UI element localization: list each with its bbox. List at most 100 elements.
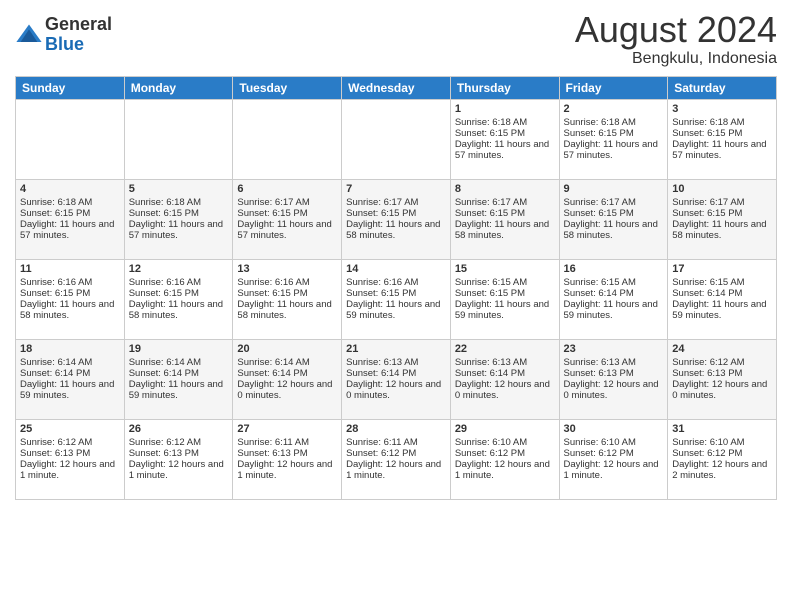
- calendar-week-2: 11Sunrise: 6:16 AMSunset: 6:15 PMDayligh…: [16, 259, 777, 339]
- calendar-cell: 22Sunrise: 6:13 AMSunset: 6:14 PMDayligh…: [450, 339, 559, 419]
- day-info: Sunrise: 6:18 AM: [20, 197, 120, 208]
- calendar-cell: 10Sunrise: 6:17 AMSunset: 6:15 PMDayligh…: [668, 179, 777, 259]
- day-info: Daylight: 12 hours and 1 minute.: [455, 459, 555, 481]
- day-info: Sunset: 6:15 PM: [20, 208, 120, 219]
- calendar-cell: 29 Sunrise: 6:10 AMSunset: 6:12 PMDayligh…: [450, 419, 559, 499]
- day-info: Daylight: 11 hours and 58 minutes.: [346, 219, 446, 241]
- calendar-cell: 11Sunrise: 6:16 AMSunset: 6:15 PMDayligh…: [16, 259, 125, 339]
- day-info: Sunset: 6:15 PM: [129, 208, 229, 219]
- calendar-cell: 2Sunrise: 6:18 AMSunset: 6:15 PMDaylight…: [559, 99, 668, 179]
- calendar-cell: 24Sunrise: 6:12 AMSunset: 6:13 PMDayligh…: [668, 339, 777, 419]
- day-info: Sunrise: 6:10 AM: [455, 437, 555, 448]
- day-info: Sunrise: 6:14 AM: [129, 357, 229, 368]
- day-number: 16: [564, 263, 664, 275]
- calendar-week-1: 4Sunrise: 6:18 AMSunset: 6:15 PMDaylight…: [16, 179, 777, 259]
- day-info: Sunset: 6:15 PM: [455, 208, 555, 219]
- day-info: Sunrise: 6:18 AM: [129, 197, 229, 208]
- day-info: Sunset: 6:14 PM: [455, 368, 555, 379]
- calendar-cell: 15Sunrise: 6:15 AMSunset: 6:15 PMDayligh…: [450, 259, 559, 339]
- day-info: Sunset: 6:12 PM: [455, 448, 555, 459]
- calendar-cell: 3Sunrise: 6:18 AMSunset: 6:15 PMDaylight…: [668, 99, 777, 179]
- day-info: Daylight: 12 hours and 0 minutes.: [564, 379, 664, 401]
- day-number: 19: [129, 343, 229, 355]
- calendar-cell: [342, 99, 451, 179]
- day-info: Sunset: 6:14 PM: [672, 288, 772, 299]
- calendar-cell: 4Sunrise: 6:18 AMSunset: 6:15 PMDaylight…: [16, 179, 125, 259]
- day-number: 14: [346, 263, 446, 275]
- day-number: 29: [455, 423, 555, 435]
- day-info: Sunrise: 6:15 AM: [564, 277, 664, 288]
- day-number: 7: [346, 183, 446, 195]
- day-info: Daylight: 11 hours and 58 minutes.: [564, 219, 664, 241]
- calendar-cell: 21Sunrise: 6:13 AMSunset: 6:14 PMDayligh…: [342, 339, 451, 419]
- day-info: Daylight: 11 hours and 57 minutes.: [237, 219, 337, 241]
- day-info: Daylight: 12 hours and 1 minute.: [346, 459, 446, 481]
- day-info: Daylight: 12 hours and 1 minute.: [20, 459, 120, 481]
- logo-blue: Blue: [45, 34, 84, 54]
- calendar-cell: [16, 99, 125, 179]
- day-info: Sunset: 6:13 PM: [672, 368, 772, 379]
- day-info: Sunrise: 6:17 AM: [237, 197, 337, 208]
- day-number: 6: [237, 183, 337, 195]
- calendar-cell: 8Sunrise: 6:17 AMSunset: 6:15 PMDaylight…: [450, 179, 559, 259]
- day-number: 18: [20, 343, 120, 355]
- calendar-header-row: Sunday Monday Tuesday Wednesday Thursday…: [16, 76, 777, 99]
- day-info: Sunset: 6:15 PM: [455, 128, 555, 139]
- day-info: Sunset: 6:14 PM: [346, 368, 446, 379]
- day-info: Sunset: 6:15 PM: [346, 288, 446, 299]
- day-info: Sunset: 6:14 PM: [237, 368, 337, 379]
- day-number: 23: [564, 343, 664, 355]
- day-info: Daylight: 12 hours and 0 minutes.: [237, 379, 337, 401]
- day-info: Sunset: 6:12 PM: [672, 448, 772, 459]
- day-number: 12: [129, 263, 229, 275]
- calendar-cell: 30Sunrise: 6:10 AMSunset: 6:12 PMDayligh…: [559, 419, 668, 499]
- col-thursday: Thursday: [450, 76, 559, 99]
- day-info: Sunset: 6:14 PM: [129, 368, 229, 379]
- day-number: 15: [455, 263, 555, 275]
- calendar-cell: 9Sunrise: 6:17 AMSunset: 6:15 PMDaylight…: [559, 179, 668, 259]
- calendar-cell: 12Sunrise: 6:16 AMSunset: 6:15 PMDayligh…: [124, 259, 233, 339]
- location: Bengkulu, Indonesia: [575, 50, 777, 68]
- day-info: Daylight: 12 hours and 1 minute.: [129, 459, 229, 481]
- day-info: Sunset: 6:13 PM: [237, 448, 337, 459]
- day-info: Daylight: 12 hours and 2 minutes.: [672, 459, 772, 481]
- day-info: Daylight: 11 hours and 59 minutes.: [455, 299, 555, 321]
- calendar-week-4: 25Sunrise: 6:12 AMSunset: 6:13 PMDayligh…: [16, 419, 777, 499]
- calendar-cell: 18Sunrise: 6:14 AMSunset: 6:14 PMDayligh…: [16, 339, 125, 419]
- day-info: Daylight: 11 hours and 58 minutes.: [20, 299, 120, 321]
- day-info: Sunrise: 6:16 AM: [129, 277, 229, 288]
- day-info: Daylight: 11 hours and 57 minutes.: [455, 139, 555, 161]
- day-info: Sunset: 6:13 PM: [564, 368, 664, 379]
- day-number: 4: [20, 183, 120, 195]
- day-info: Sunrise: 6:12 AM: [672, 357, 772, 368]
- page: General Blue August 2024 Bengkulu, Indon…: [0, 0, 792, 612]
- col-saturday: Saturday: [668, 76, 777, 99]
- day-info: Sunrise: 6:12 AM: [20, 437, 120, 448]
- day-info: Sunrise: 6:17 AM: [564, 197, 664, 208]
- calendar-cell: 26Sunrise: 6:12 AMSunset: 6:13 PMDayligh…: [124, 419, 233, 499]
- day-info: Daylight: 11 hours and 59 minutes.: [129, 379, 229, 401]
- day-info: Sunrise: 6:18 AM: [672, 117, 772, 128]
- day-number: 10: [672, 183, 772, 195]
- day-info: Sunrise: 6:11 AM: [346, 437, 446, 448]
- day-info: Sunset: 6:15 PM: [672, 208, 772, 219]
- calendar-cell: 1Sunrise: 6:18 AMSunset: 6:15 PMDaylight…: [450, 99, 559, 179]
- day-number: 26: [129, 423, 229, 435]
- day-number: 28: [346, 423, 446, 435]
- col-monday: Monday: [124, 76, 233, 99]
- day-info: Sunset: 6:15 PM: [20, 288, 120, 299]
- title-block: August 2024 Bengkulu, Indonesia: [575, 10, 777, 68]
- calendar-cell: 31Sunrise: 6:10 AMSunset: 6:12 PMDayligh…: [668, 419, 777, 499]
- day-info: Sunset: 6:15 PM: [237, 288, 337, 299]
- day-info: Sunrise: 6:17 AM: [672, 197, 772, 208]
- calendar-cell: 7Sunrise: 6:17 AMSunset: 6:15 PMDaylight…: [342, 179, 451, 259]
- day-info: Sunrise: 6:13 AM: [346, 357, 446, 368]
- day-info: Daylight: 12 hours and 0 minutes.: [455, 379, 555, 401]
- day-info: Sunset: 6:13 PM: [20, 448, 120, 459]
- calendar-cell: [233, 99, 342, 179]
- day-number: 13: [237, 263, 337, 275]
- calendar-cell: 5Sunrise: 6:18 AMSunset: 6:15 PMDaylight…: [124, 179, 233, 259]
- logo-icon: [15, 21, 43, 49]
- day-info: Sunrise: 6:14 AM: [237, 357, 337, 368]
- day-number: 22: [455, 343, 555, 355]
